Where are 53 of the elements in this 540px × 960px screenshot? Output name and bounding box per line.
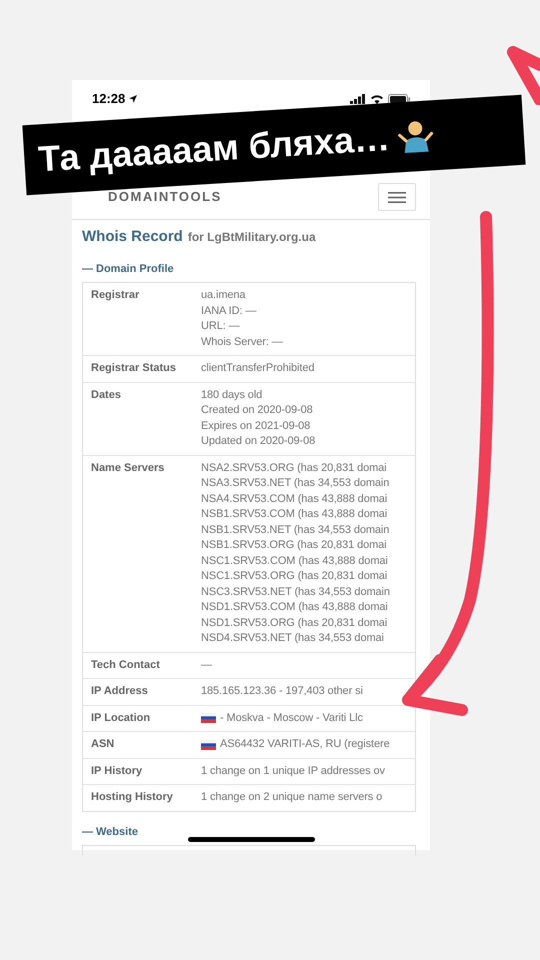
wifi-icon <box>370 94 384 104</box>
status-time: 12:28 <box>92 90 126 108</box>
row-value: URL: — <box>201 319 240 334</box>
row-value: Whois Server: — <box>201 334 283 350</box>
row-value: ua.imena <box>201 288 246 303</box>
row-label: ASN <box>91 737 116 752</box>
menu-icon <box>388 192 406 202</box>
row-value: AS64432 VARITI-AS, RU (registere <box>220 737 390 752</box>
row-label: Tech Contact <box>91 658 161 672</box>
row-value: NSB1.SRV53.NET (has 34,553 domain <box>201 522 390 538</box>
row-label: IP Address <box>91 684 149 699</box>
row-value: 185.165.123.36 - 197,403 other si <box>201 684 363 699</box>
row-value: — <box>201 658 212 672</box>
row-value: NSA3.SRV53.NET (has 34,553 domain <box>201 476 390 491</box>
row-value: Expires on 2021-09-08 <box>201 418 310 434</box>
menu-button[interactable] <box>378 183 416 211</box>
row-label: Name Servers <box>91 460 166 476</box>
row-label: IP History <box>91 764 144 778</box>
row-value: NSB1.SRV53.ORG (has 20,831 domai <box>201 538 387 553</box>
row-value: Created on 2020-09-08 <box>201 403 313 418</box>
flag-icon <box>201 740 216 750</box>
section-title[interactable]: Website <box>96 824 138 840</box>
section-title[interactable]: Domain Profile <box>96 260 174 277</box>
row-value: - Moskva - Moscow - Variti Llc <box>220 710 363 726</box>
row-value: NSD4.SRV53.NET (has 34,553 domai <box>201 631 384 646</box>
row-value: 1 change on 1 unique IP addresses ov <box>201 764 385 778</box>
page-title: Whois Record <box>82 227 183 247</box>
location-icon <box>129 95 138 103</box>
row-value: NSC1.SRV53.ORG (has 20,831 domai <box>201 569 388 584</box>
row-label: Registrar <box>91 288 140 303</box>
row-value: NSA2.SRV53.ORG (has 20,831 domai <box>201 460 387 476</box>
row-value: 180 days old <box>201 388 262 402</box>
row-value: NSD1.SRV53.COM (has 43,888 domai <box>201 600 388 615</box>
row-label: Registrar Status <box>91 361 177 376</box>
row-value: NSC1.SRV53.COM (has 43,888 domai <box>201 554 388 568</box>
row-value: NSD1.SRV53.ORG (has 20,831 domai <box>201 616 388 630</box>
signal-icon <box>350 94 366 104</box>
row-value: NSA4.SRV53.COM (has 43,888 domai <box>201 492 388 506</box>
row-label: IP Location <box>91 710 152 726</box>
row-value: IANA ID: — <box>201 304 256 318</box>
section-toggle[interactable]: — <box>82 824 93 840</box>
row-label: Dates <box>91 388 122 402</box>
flag-icon <box>201 713 216 724</box>
row-label: Hosting History <box>91 790 174 805</box>
logo-text: DOMAINTOOLS <box>108 188 222 206</box>
row-value: NSB1.SRV53.COM (has 43,888 domai <box>201 507 388 522</box>
domain-name: for LgBtMilitary.org.ua <box>188 229 316 246</box>
section-toggle[interactable]: — <box>82 260 93 277</box>
row-value: NSC3.SRV53.NET (has 34,553 domain <box>201 584 390 600</box>
row-value: clientTransferProhibited <box>201 361 314 376</box>
row-value: 1 change on 2 unique name servers o <box>201 790 382 805</box>
sticker-text: Та дааааам бляха… <box>36 116 392 182</box>
row-value: Updated on 2020-09-08 <box>201 434 316 449</box>
